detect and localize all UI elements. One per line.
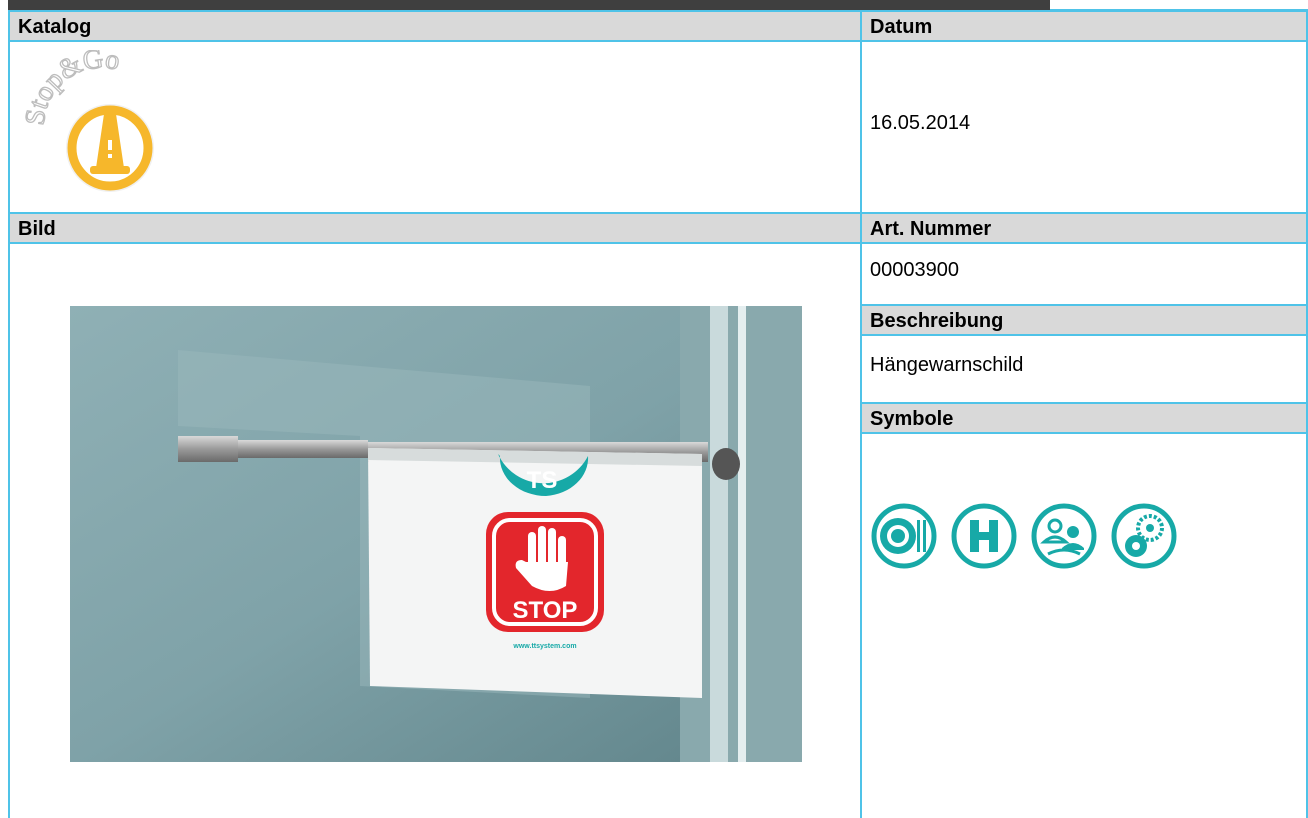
beschreibung-value: Hängewarnschild	[870, 354, 1024, 376]
header-bild: Bild	[8, 212, 862, 244]
beschreibung-cell: Hängewarnschild	[860, 336, 1308, 402]
symbols-row	[871, 503, 1177, 569]
header-symbole: Symbole	[860, 402, 1308, 434]
plate-cutlery-icon	[871, 503, 937, 569]
header-beschreibung-label: Beschreibung	[870, 310, 1004, 332]
product-sheet: Katalog Datum Stop&Go 16.05.2014 Bild Ar…	[8, 10, 1308, 818]
symbole-cell	[860, 434, 1308, 818]
sign-url: www.ttsystem.com	[512, 643, 576, 650]
header-art-nummer-label: Art. Nummer	[870, 218, 992, 240]
header-katalog: Katalog	[8, 10, 862, 42]
datum-value: 16.05.2014	[870, 112, 971, 134]
hospital-h-icon	[951, 503, 1017, 569]
art-nummer-cell: 00003900	[860, 244, 1308, 304]
top-bar	[8, 0, 1050, 10]
header-datum: Datum	[860, 10, 1308, 42]
datum-cell: 16.05.2014	[860, 42, 1308, 212]
sign-text: STOP	[513, 597, 578, 624]
sign-brand: TS	[527, 467, 558, 494]
art-nummer-value: 00003900	[870, 259, 959, 281]
stop-and-go-logo: Stop&Go	[22, 50, 154, 192]
header-beschreibung: Beschreibung	[860, 304, 1308, 336]
header-katalog-label: Katalog	[18, 16, 92, 38]
logo-cell: Stop&Go	[8, 42, 862, 212]
header-art-nummer: Art. Nummer	[860, 212, 1308, 244]
people-group-icon	[1031, 503, 1097, 569]
header-symbole-label: Symbole	[870, 408, 954, 430]
bild-cell: TS STOP www.ttsystem.com	[8, 244, 862, 818]
product-image: TS STOP www.ttsystem.com	[70, 306, 802, 762]
gear-icon	[1111, 503, 1177, 569]
header-datum-label: Datum	[870, 16, 933, 38]
header-bild-label: Bild	[18, 218, 56, 240]
